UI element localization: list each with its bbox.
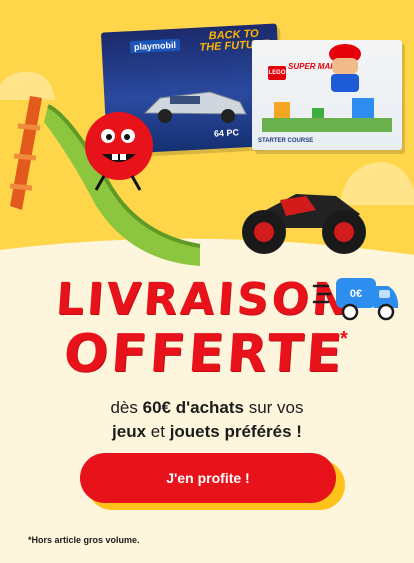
offer-purchases: d'achats (170, 398, 244, 417)
headline-line-1: LIVRAISON (54, 274, 354, 325)
offer-games: jeux (112, 422, 147, 441)
lego-logo: LEGO (268, 66, 286, 80)
mario-figure-icon (329, 44, 361, 92)
footnote: *Hors article gros volume. (28, 535, 140, 545)
offer-line-1: dès 60€ d'achats sur vos (0, 398, 414, 418)
starter-course-label: STARTER COURSE (258, 138, 314, 144)
offer-line-2: jeux et jouets préférés ! (0, 422, 414, 442)
offer-prefix: dès (110, 398, 143, 417)
offer-suffix: sur vos (244, 398, 304, 417)
offer-amount: 60€ (142, 398, 171, 417)
cta-button[interactable]: J'en profite ! (80, 453, 336, 503)
piece-count-label: 64 PC (213, 127, 240, 139)
offer-toys: jouets préférés ! (169, 422, 302, 441)
offer-and: et (146, 422, 170, 441)
headline-line-2: OFFERTE (61, 324, 347, 384)
headline-asterisk: * (340, 328, 348, 350)
ride-on-quad-icon (242, 194, 366, 254)
lego-course-scene-icon (262, 98, 392, 132)
red-mascot-icon (85, 112, 153, 191)
truck-price-label: 0€ (349, 288, 363, 300)
